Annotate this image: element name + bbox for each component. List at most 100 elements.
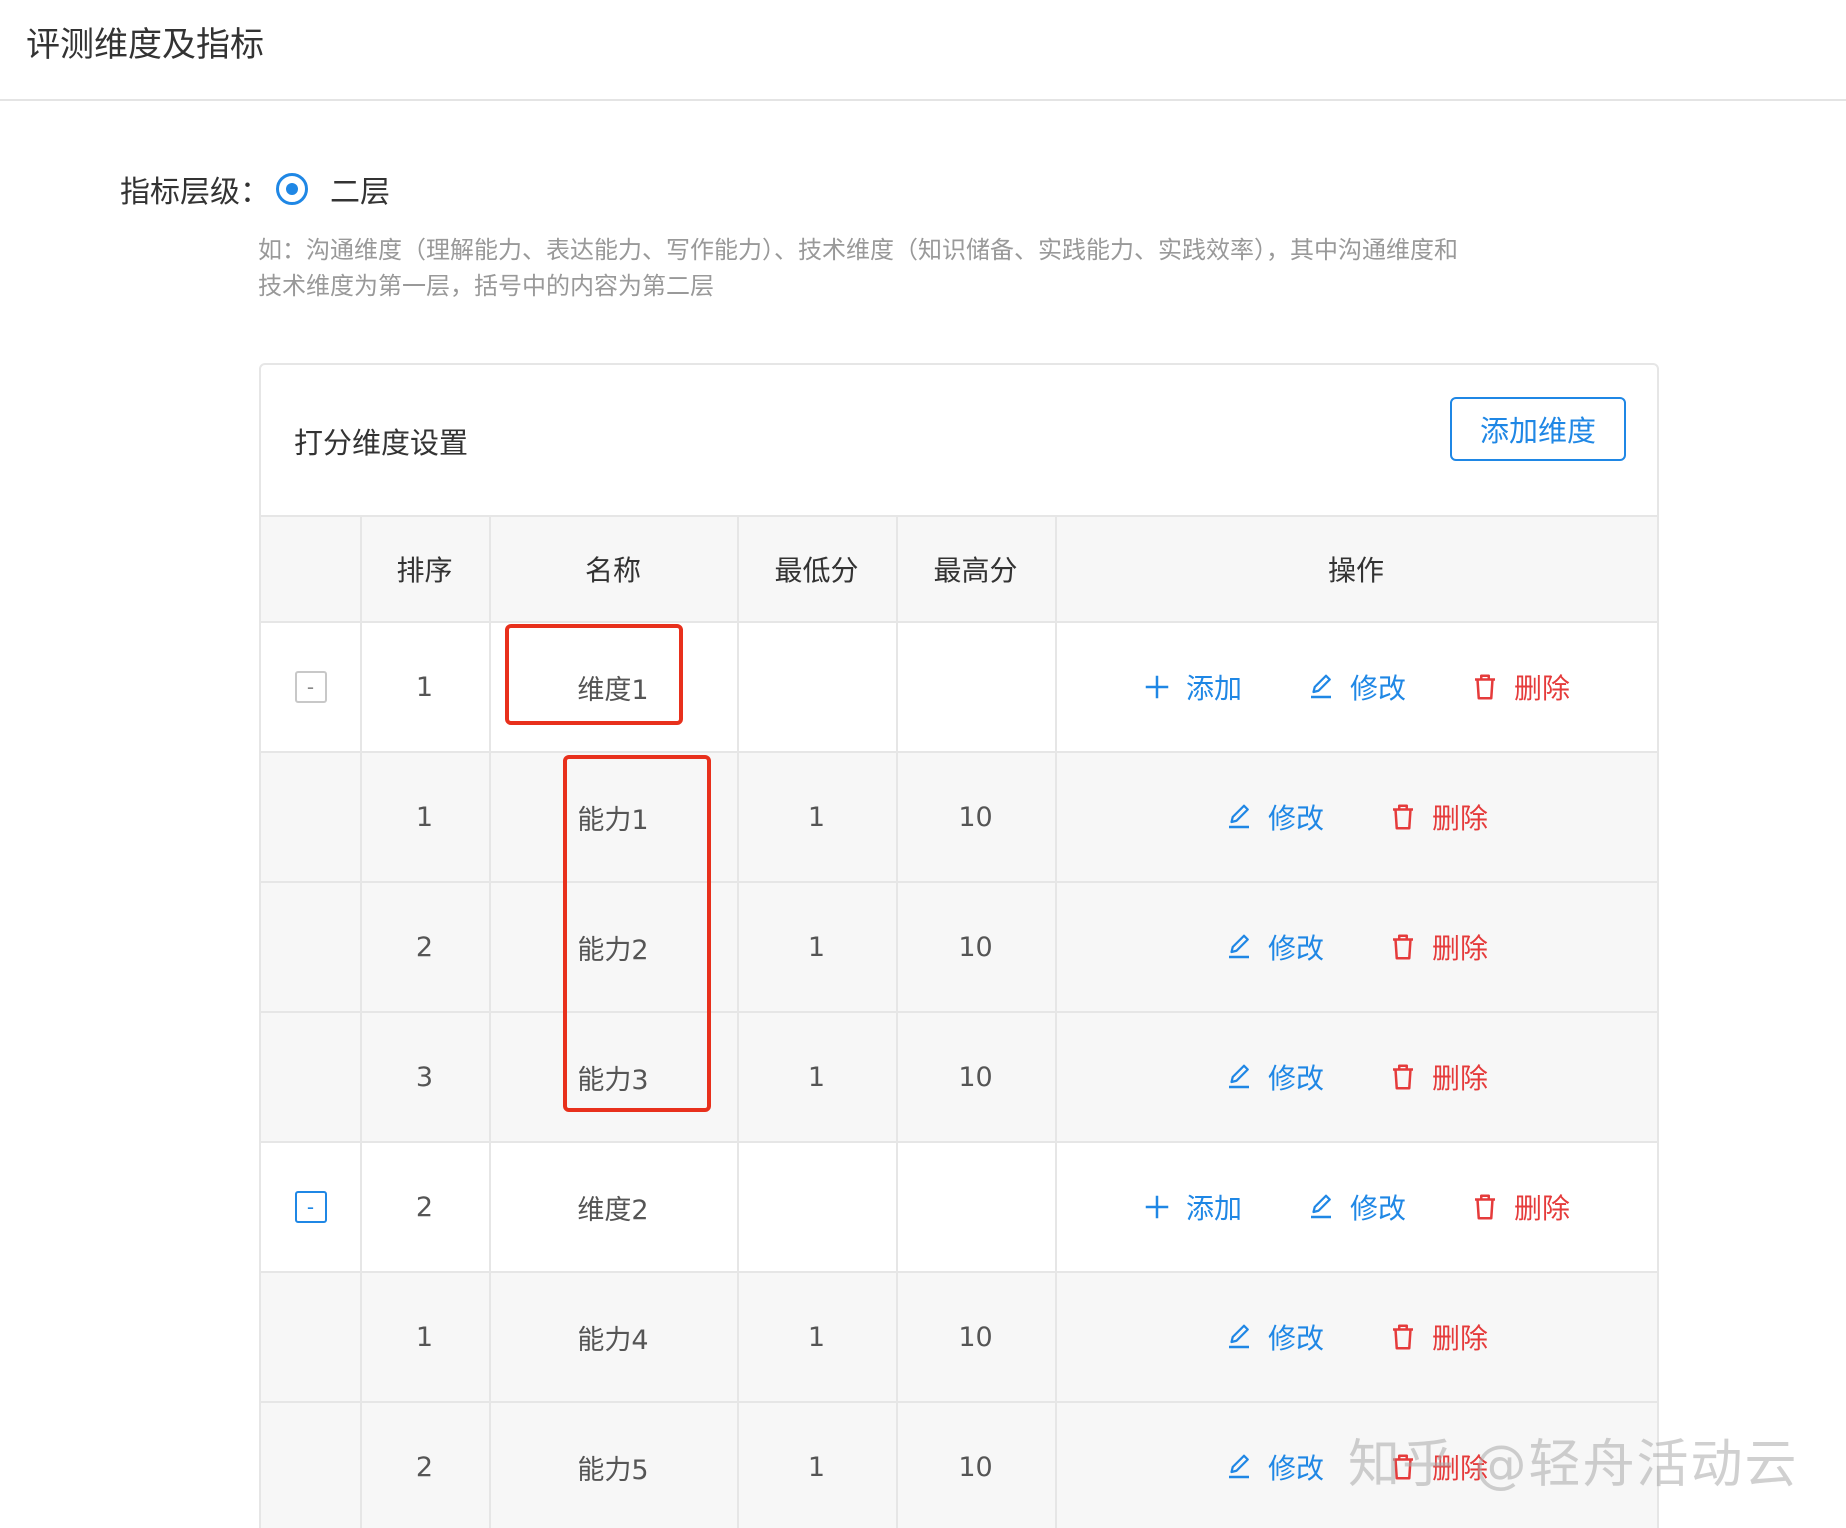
pencil-icon (1224, 802, 1268, 832)
plus-icon (1142, 672, 1186, 702)
column-header-label: 名称 (584, 554, 641, 587)
min-cell: 1 (737, 883, 896, 1011)
min-cell: 1 (737, 1273, 896, 1401)
ability-name: 能力5 (577, 1454, 649, 1486)
ability-row: 1 能力4 1 10 修改 删除 (261, 1273, 1657, 1403)
ability-order: 3 (415, 1061, 434, 1093)
min-cell: 1 (737, 753, 896, 881)
delete-action-label: 删除 (1432, 932, 1489, 965)
order-cell: 3 (360, 1013, 489, 1141)
column-header: 最高分 (896, 517, 1055, 621)
actions-cell: 修改 删除 (1055, 753, 1657, 881)
collapse-toggle-button[interactable]: - (294, 671, 327, 703)
edit-action-label: 修改 (1267, 802, 1324, 835)
level-label: 指标层级： (120, 175, 270, 210)
order-cell: 2 (360, 883, 489, 1011)
table-header-row: 排序 名称 最低分 最高分 操作 (261, 515, 1657, 623)
ability-max-score: 10 (958, 1321, 993, 1353)
actions-cell: 修改 删除 (1055, 1273, 1657, 1401)
ability-min-score: 1 (807, 931, 826, 963)
ability-min-score: 1 (807, 801, 826, 833)
delete-action-button[interactable]: 删除 (1470, 667, 1570, 707)
ability-min-score: 1 (807, 1321, 826, 1353)
max-cell (896, 1143, 1055, 1271)
actions-cell: 修改 删除 (1055, 883, 1657, 1011)
page-title: 评测维度及指标 (26, 25, 264, 65)
dimension-order: 1 (415, 671, 434, 703)
watermark: 知乎 @轻舟活动云 (1348, 1435, 1799, 1495)
ability-order: 2 (415, 1451, 434, 1483)
ability-order: 1 (415, 801, 434, 833)
edit-action-button[interactable]: 修改 (1224, 797, 1324, 837)
max-cell: 10 (896, 1013, 1055, 1141)
trash-icon (1388, 1322, 1432, 1352)
edit-action-button[interactable]: 修改 (1224, 1447, 1324, 1487)
highlight-box-abilities (563, 755, 711, 1112)
level-radio-button[interactable] (276, 173, 308, 205)
level-option-label[interactable]: 二层 (330, 167, 390, 211)
delete-action-button[interactable]: 删除 (1388, 1057, 1488, 1097)
toggle-cell: - (261, 623, 360, 751)
actions-cell: 添加 修改 删除 (1055, 1143, 1657, 1271)
add-action-button[interactable]: 添加 (1142, 1187, 1242, 1227)
add-action-label: 添加 (1185, 672, 1242, 705)
min-cell (737, 623, 896, 751)
level-hint: 如：沟通维度（理解能力、表达能力、写作能力）、技术维度（知识储备、实践能力、实践… (258, 236, 1458, 300)
pencil-icon (1224, 932, 1268, 962)
trash-icon (1470, 1192, 1514, 1222)
trash-icon (1388, 932, 1432, 962)
add-dimension-button[interactable]: 添加维度 (1450, 397, 1626, 461)
level-setting: 指标层级： 二层 (120, 166, 390, 212)
ability-name: 能力4 (577, 1324, 649, 1356)
pencil-icon (1306, 1192, 1350, 1222)
collapse-toggle-button[interactable]: - (294, 1191, 327, 1223)
delete-action-label: 删除 (1432, 802, 1489, 835)
order-cell: 2 (360, 1403, 489, 1528)
ability-max-score: 10 (958, 931, 993, 963)
ability-min-score: 1 (807, 1451, 826, 1483)
ability-row: 1 能力1 1 10 修改 删除 (261, 753, 1657, 883)
plus-icon (1142, 1192, 1186, 1222)
edit-action-button[interactable]: 修改 (1224, 1057, 1324, 1097)
ability-min-score: 1 (807, 1061, 826, 1093)
edit-action-button[interactable]: 修改 (1306, 1187, 1406, 1227)
delete-action-button[interactable]: 删除 (1388, 1317, 1488, 1357)
edit-action-label: 修改 (1267, 1322, 1324, 1355)
delete-action-button[interactable]: 删除 (1470, 1187, 1570, 1227)
ability-max-score: 10 (958, 1451, 993, 1483)
delete-action-label: 删除 (1432, 1062, 1489, 1095)
delete-action-label: 删除 (1514, 1192, 1571, 1225)
panel-title: 打分维度设置 (294, 426, 469, 460)
max-cell (896, 623, 1055, 751)
delete-action-button[interactable]: 删除 (1388, 927, 1488, 967)
column-header-label: 最低分 (774, 554, 859, 587)
dimension-row: -1 维度1 添加 修改 删除 (261, 623, 1657, 753)
dimension-order: 2 (415, 1191, 434, 1223)
trash-icon (1470, 672, 1514, 702)
order-cell: 1 (360, 1273, 489, 1401)
dimension-row: - 2 维度2 添加 修改 删除 (261, 1143, 1657, 1273)
max-cell: 10 (896, 1403, 1055, 1528)
order-cell: 1 (360, 753, 489, 881)
delete-action-button[interactable]: 删除 (1388, 797, 1488, 837)
edit-action-button[interactable]: 修改 (1224, 927, 1324, 967)
name-cell: 能力5 (489, 1403, 737, 1528)
pencil-icon (1224, 1322, 1268, 1352)
name-cell: 维度2 (489, 1143, 737, 1271)
delete-action-label: 删除 (1432, 1322, 1489, 1355)
highlight-box-dimension (505, 624, 683, 725)
pencil-icon (1306, 672, 1350, 702)
add-action-button[interactable]: 添加 (1142, 667, 1242, 707)
column-header-label: 最高分 (933, 554, 1018, 587)
ability-order: 2 (415, 931, 434, 963)
page-header: 评测维度及指标 (0, 0, 1846, 101)
scoring-panel: 打分维度设置 添加维度 排序 名称 最低分 最高分 操作 -1 维度1 添加 修改 删除 1 能力1 1… (259, 363, 1659, 1528)
trash-icon (1388, 1062, 1432, 1092)
edit-action-button[interactable]: 修改 (1224, 1317, 1324, 1357)
dimension-name: 维度2 (577, 1194, 649, 1226)
max-cell: 10 (896, 753, 1055, 881)
column-header-label: 操作 (1327, 554, 1384, 587)
edit-action-button[interactable]: 修改 (1306, 667, 1406, 707)
ability-order: 1 (415, 1321, 434, 1353)
toggle-cell: - (261, 1143, 360, 1271)
